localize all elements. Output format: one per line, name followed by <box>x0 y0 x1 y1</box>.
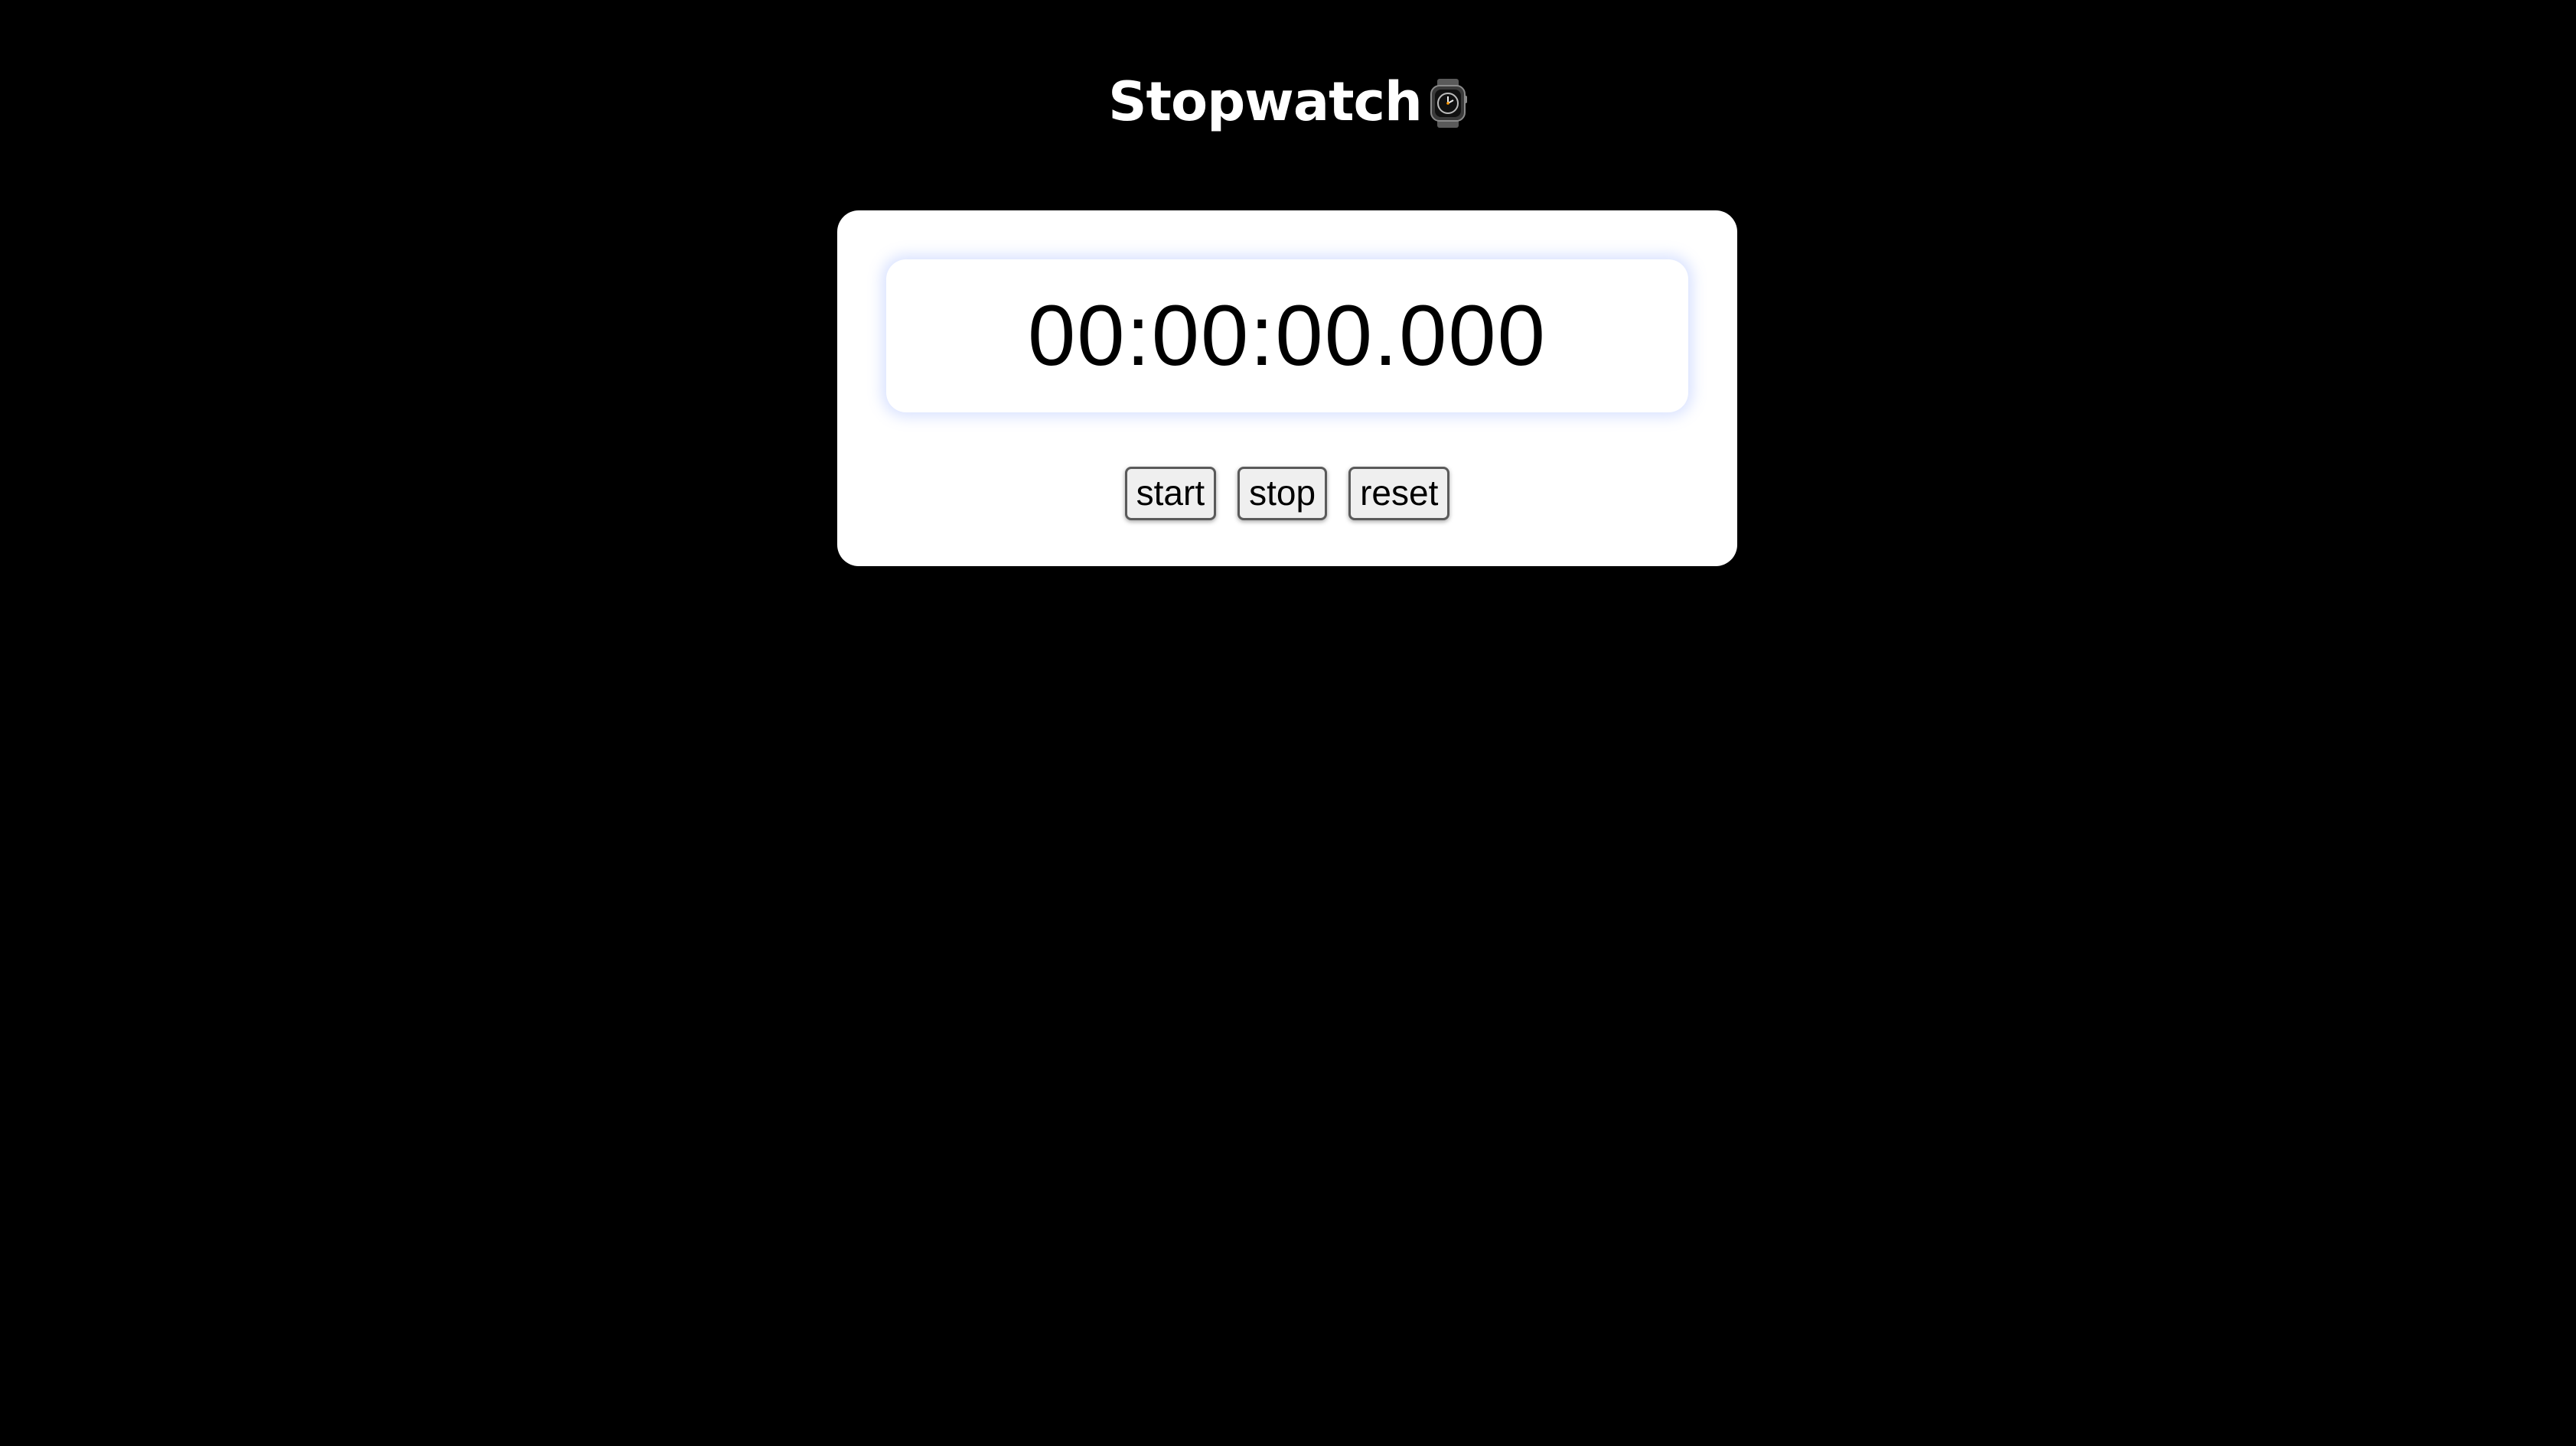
page: Stopwatch 00:00:00.000 start stop reset <box>0 0 2576 1446</box>
page-title: Stopwatch <box>1108 70 1423 133</box>
header: Stopwatch <box>0 67 2576 136</box>
elapsed-time: 00:00:00.000 <box>1028 288 1547 383</box>
reset-button[interactable]: reset <box>1348 467 1450 520</box>
time-display: 00:00:00.000 <box>886 259 1688 412</box>
stop-button[interactable]: stop <box>1237 467 1328 520</box>
controls: start stop reset <box>837 467 1737 520</box>
start-button[interactable]: start <box>1124 467 1217 520</box>
watch-icon <box>1428 79 1468 128</box>
stopwatch-card: 00:00:00.000 start stop reset <box>837 210 1737 566</box>
